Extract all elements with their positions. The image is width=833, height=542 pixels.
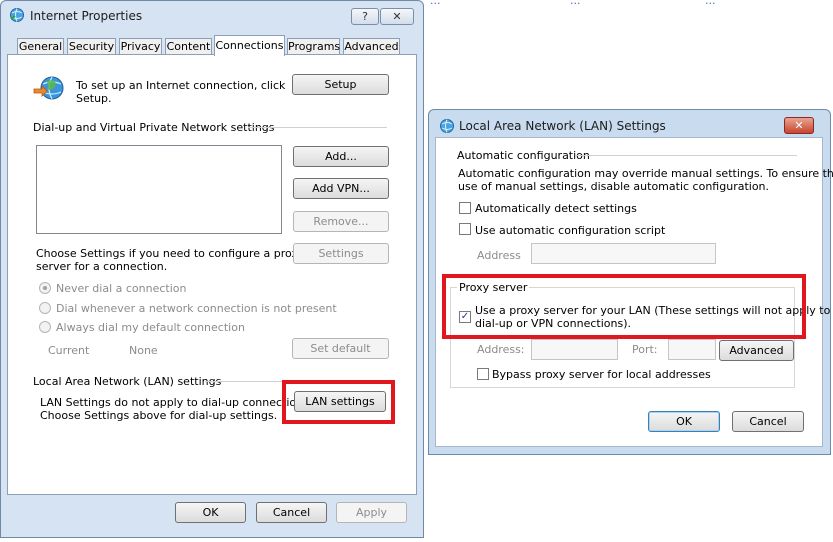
section-divider <box>575 155 797 156</box>
lan-window-title: Local Area Network (LAN) Settings <box>459 119 666 133</box>
lan-section-label: Local Area Network (LAN) settings <box>33 375 222 388</box>
auto-detect-checkbox[interactable] <box>459 202 471 214</box>
auto-script-checkbox[interactable] <box>459 223 471 235</box>
lan-settings-icon <box>440 119 454 133</box>
internet-properties-icon <box>10 8 24 22</box>
lan-description-line1: LAN Settings do not apply to dial-up con… <box>40 396 313 409</box>
setup-description-line2: Setup. <box>76 92 112 105</box>
lan-description-line2: Choose Settings above for dial-up settin… <box>40 409 278 422</box>
remove-button[interactable]: Remove... <box>293 211 389 232</box>
radio-dial-whenever[interactable] <box>39 302 51 314</box>
radio-dial-whenever-label: Dial whenever a network connection is no… <box>56 302 337 315</box>
tab-advanced[interactable]: Advanced <box>343 38 400 55</box>
settings-button[interactable]: Settings <box>293 243 389 264</box>
advanced-button[interactable]: Advanced <box>719 340 794 361</box>
ok-button[interactable]: OK <box>175 502 246 523</box>
connections-list[interactable] <box>36 145 282 234</box>
auto-detect-label: Automatically detect settings <box>475 202 637 215</box>
lan-close-button[interactable]: ✕ <box>784 117 814 134</box>
choose-settings-line2: server for a connection. <box>36 260 168 273</box>
proxy-port-label: Port: <box>632 343 658 356</box>
radio-never-dial[interactable] <box>39 282 51 294</box>
proxy-port-input[interactable] <box>668 339 716 360</box>
set-default-button[interactable]: Set default <box>292 338 389 359</box>
lan-cancel-button[interactable]: Cancel <box>732 411 804 432</box>
cancel-button[interactable]: Cancel <box>256 502 327 523</box>
background-link-fragment: ... <box>705 0 716 7</box>
auto-config-label: Automatic configuration <box>457 149 590 162</box>
radio-always-dial[interactable] <box>39 321 51 333</box>
auto-config-description-line1: Automatic configuration may override man… <box>458 167 833 180</box>
tab-programs[interactable]: Programs <box>287 38 340 55</box>
current-label: Current <box>48 344 90 357</box>
help-button[interactable]: ? <box>351 8 379 25</box>
bypass-local-label: Bypass proxy server for local addresses <box>492 368 711 381</box>
radio-never-dial-label: Never dial a connection <box>56 282 187 295</box>
proxy-highlight-box <box>442 274 806 339</box>
tab-content[interactable]: Content <box>165 38 212 55</box>
apply-button[interactable]: Apply <box>336 502 407 523</box>
globe-connection-icon <box>33 76 64 100</box>
auto-address-label: Address <box>477 249 521 262</box>
auto-config-description-line2: use of manual settings, disable automati… <box>458 180 770 193</box>
add-vpn-button[interactable]: Add VPN... <box>293 178 389 199</box>
tab-general[interactable]: General <box>17 38 64 55</box>
auto-address-input[interactable] <box>531 243 716 264</box>
tab-security[interactable]: Security <box>67 38 116 55</box>
vpn-section-label: Dial-up and Virtual Private Network sett… <box>33 121 275 134</box>
add-button[interactable]: Add... <box>293 146 389 167</box>
proxy-address-input[interactable] <box>531 339 618 360</box>
section-divider <box>248 127 387 128</box>
background-link-fragment: ... <box>430 0 441 7</box>
proxy-address-label: Address: <box>477 343 525 356</box>
window-title: Internet Properties <box>30 9 143 23</box>
radio-always-dial-label: Always dial my default connection <box>56 321 245 334</box>
setup-button[interactable]: Setup <box>292 74 389 95</box>
auto-script-label: Use automatic configuration script <box>475 224 666 237</box>
current-value: None <box>129 344 158 357</box>
setup-description-line1: To set up an Internet connection, click <box>76 79 286 92</box>
choose-settings-line1: Choose Settings if you need to configure… <box>36 247 305 260</box>
tab-privacy[interactable]: Privacy <box>119 38 162 55</box>
close-button[interactable]: ✕ <box>380 8 414 25</box>
bypass-local-checkbox[interactable] <box>477 368 489 380</box>
lan-settings-highlight-box <box>282 380 395 424</box>
tab-connections[interactable]: Connections <box>214 35 285 56</box>
background-link-fragment: ... <box>570 0 581 7</box>
lan-ok-button[interactable]: OK <box>648 411 720 432</box>
